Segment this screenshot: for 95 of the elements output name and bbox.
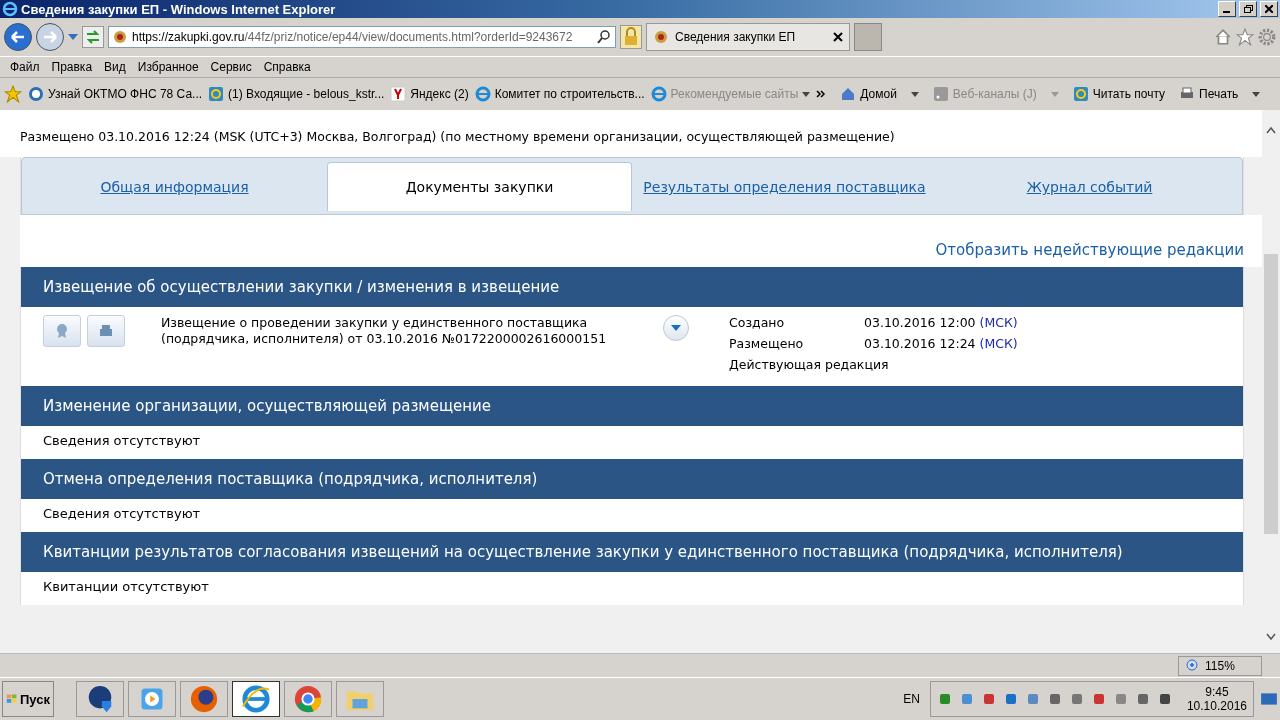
posted-info: Размещено 03.10.2016 12:24 (MSK (UTC+3) Москва, Волгоград) (по местному времени организации, осуществляющей размещение)	[0, 110, 1262, 157]
clock-time: 9:45	[1205, 685, 1229, 699]
scroll-down-icon[interactable]	[1266, 633, 1276, 641]
favorites-star-icon[interactable]	[4, 85, 22, 103]
minimize-button[interactable]	[1218, 1, 1236, 17]
empty-note: Квитанции отсутствуют	[43, 579, 209, 594]
expand-button[interactable]	[663, 315, 689, 341]
command-button[interactable]: Домой	[840, 86, 919, 102]
star-icon[interactable]	[1236, 28, 1254, 46]
zoom-control[interactable]: 115%	[1178, 655, 1262, 676]
restore-button[interactable]	[1239, 1, 1257, 17]
meta-label: Размещено	[729, 336, 805, 351]
signature-button[interactable]	[43, 315, 81, 347]
page-tab[interactable]: Общая информация	[22, 162, 327, 211]
caret-icon	[1050, 91, 1059, 97]
taskbar-app[interactable]	[180, 681, 228, 717]
document-title[interactable]: (подрядчика, исполнителя) от 03.10.2016 №0172200002616000151	[161, 331, 661, 347]
ie-icon	[2, 1, 18, 17]
language-indicator[interactable]: EN	[903, 692, 920, 706]
favorite-link[interactable]: Узнай ОКТМО ФНС 78 Са...	[28, 86, 203, 102]
seal-icon	[54, 323, 70, 339]
mail-icon	[1072, 86, 1089, 102]
meta-value: 03.10.2016 12:24 (МСК)	[864, 336, 1018, 351]
settings-icon[interactable]	[1258, 28, 1276, 46]
command-button[interactable]: Читать почту	[1072, 86, 1166, 102]
chevron-icon[interactable]	[816, 90, 827, 98]
taskbar-app[interactable]	[76, 681, 124, 717]
document-title[interactable]: Извещение о проведении закупки у единственного поставщика	[161, 315, 661, 331]
address-field[interactable]: https://zakupki.gov.ru/44fz/priz/notice/ep44/view/documents.html?orderId=9243672	[108, 26, 616, 48]
window-title: Сведения закупки ЕП - Windows Internet Explorer	[21, 1, 337, 17]
browser-tab[interactable]: Сведения закупки ЕП	[646, 23, 850, 51]
menu-item[interactable]: Файл	[4, 60, 46, 74]
home-icon[interactable]	[1214, 28, 1232, 46]
dropdown-icon[interactable]	[68, 34, 78, 40]
mail-icon	[208, 86, 225, 102]
lock-icon[interactable]	[620, 25, 642, 49]
tab-title: Сведения закупки ЕП	[675, 30, 797, 44]
emblem-icon	[653, 29, 669, 45]
scroll-up-icon[interactable]	[1266, 126, 1276, 134]
favorite-link[interactable]: (1) Входящие - belous_kstr...	[208, 86, 385, 102]
clock-date: 10.10.2016	[1186, 699, 1247, 713]
zoom-icon	[1185, 657, 1201, 674]
page-tab[interactable]: Результаты определения поставщика	[632, 162, 937, 211]
empty-note: Сведения отсутствуют	[43, 506, 201, 521]
emblem-icon	[28, 86, 44, 102]
close-icon	[1265, 5, 1273, 13]
close-icon[interactable]	[833, 32, 843, 42]
menu-item[interactable]: Вид	[98, 60, 132, 74]
caret-icon	[910, 91, 919, 97]
section-header: Отмена определения поставщика (подрядчика, исполнителя)	[21, 459, 1243, 499]
command-button[interactable]: Печать	[1179, 86, 1261, 102]
url-host: https://zakupki.gov.ru	[132, 30, 245, 44]
section-header: Извещение об осуществлении закупки / изменения в извещение	[21, 267, 1243, 307]
caret-icon	[671, 325, 681, 331]
feed-icon	[932, 86, 949, 102]
page-tab[interactable]: Журнал событий	[937, 162, 1242, 211]
ie-icon	[650, 86, 667, 102]
new-tab-button[interactable]	[854, 23, 882, 51]
ie-icon	[241, 684, 271, 714]
page-tab[interactable]: Документы закупки	[327, 162, 632, 211]
chrome-icon	[293, 684, 323, 714]
meta-value: 03.10.2016 12:00 (МСК)	[864, 315, 1018, 330]
print-button[interactable]	[87, 315, 125, 347]
menu-item[interactable]: Сервис	[204, 60, 258, 74]
caret-icon	[802, 91, 811, 97]
start-button[interactable]: Пуск	[2, 681, 54, 717]
taskbar-app[interactable]	[232, 681, 280, 717]
section-header: Изменение организации, осуществляющей размещение	[21, 386, 1243, 426]
favorite-link[interactable]: Яндекс (2)	[390, 86, 469, 102]
firefox-icon	[189, 684, 219, 714]
url-path: /44fz/priz/notice/ep44/view/documents.html?orderId=9243672	[244, 30, 573, 44]
meta-label: Создано	[729, 315, 786, 330]
menu-item[interactable]: Справка	[257, 60, 317, 74]
forward-arrow-icon	[43, 31, 57, 43]
forward-button[interactable]	[36, 23, 64, 51]
menu-item[interactable]: Правка	[45, 60, 99, 74]
printer-icon	[98, 323, 114, 339]
scrollbar-thumb[interactable]	[1264, 254, 1278, 534]
home-icon	[840, 86, 857, 102]
restore-icon	[1243, 5, 1253, 13]
close-button[interactable]	[1260, 1, 1278, 17]
yandex-icon	[390, 86, 407, 102]
desktop-icon[interactable]	[1260, 690, 1278, 708]
empty-note: Сведения отсутствуют	[43, 433, 201, 448]
edition-status: Действующая редакция	[729, 357, 890, 372]
emblem-icon	[112, 29, 128, 45]
back-arrow-icon	[11, 31, 25, 43]
caret-icon	[1252, 91, 1261, 97]
favorite-link[interactable]: Комитет по строительств...	[474, 86, 645, 102]
section-header: Квитанции результатов согласования извещений на осуществление закупки у единственного поставщика (подрядчика, исполнителя)	[21, 532, 1243, 572]
refresh-icon[interactable]	[82, 26, 104, 48]
ie-icon	[474, 86, 491, 102]
search-icon[interactable]	[596, 29, 612, 45]
menu-item[interactable]: Избранное	[131, 60, 205, 74]
back-button[interactable]	[4, 23, 32, 51]
